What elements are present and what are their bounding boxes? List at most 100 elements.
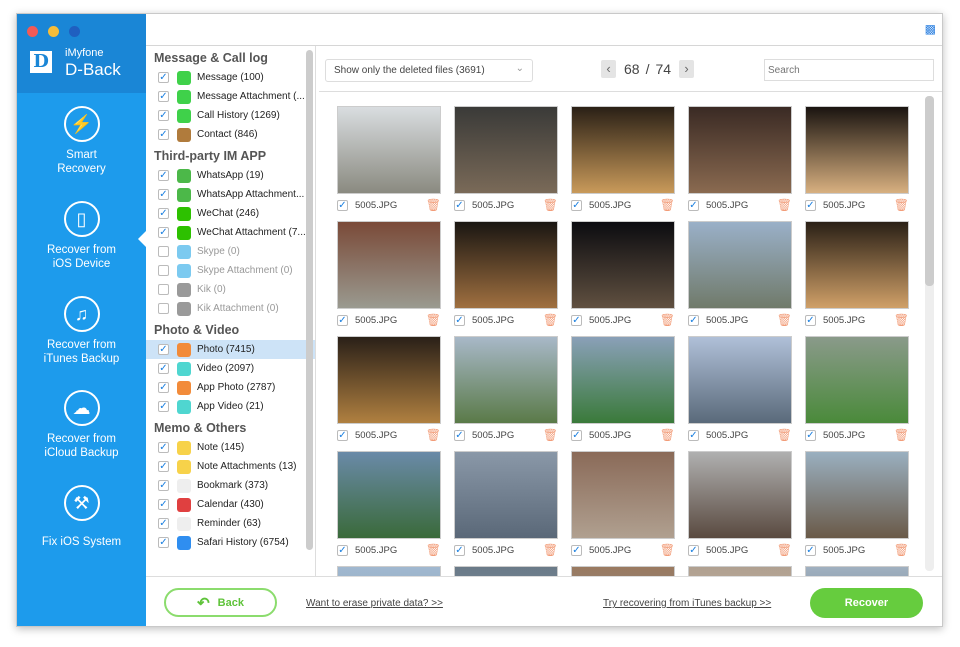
checkbox[interactable]: ✓ bbox=[158, 110, 169, 121]
photo-thumbnail[interactable] bbox=[688, 566, 792, 576]
trash-icon[interactable]: 🗑 bbox=[660, 313, 675, 327]
sidebar-item-itunes-backup[interactable]: ♫ Recover from iTunes Backup bbox=[17, 296, 146, 366]
photo-thumbnail[interactable]: ✓ 5005.JPG 🗑 bbox=[688, 106, 792, 216]
sidebar-item-ios-device[interactable]: ▯ Recover from iOS Device bbox=[17, 201, 146, 271]
photo-image[interactable] bbox=[337, 336, 441, 424]
sidebar-item-recovery[interactable]: ⚡ Smart Recovery bbox=[17, 106, 146, 176]
photo-image[interactable] bbox=[805, 451, 909, 539]
photo-checkbox[interactable]: ✓ bbox=[454, 314, 465, 326]
trash-icon[interactable]: 🗑 bbox=[426, 313, 441, 327]
photo-image[interactable] bbox=[454, 566, 558, 576]
photo-checkbox[interactable]: ✓ bbox=[571, 314, 582, 326]
photo-image[interactable] bbox=[688, 451, 792, 539]
scroll-thumb[interactable] bbox=[925, 96, 934, 286]
photo-image[interactable] bbox=[571, 336, 675, 424]
checkbox[interactable]: ✓ bbox=[158, 480, 169, 491]
photo-checkbox[interactable]: ✓ bbox=[688, 429, 699, 441]
photo-thumbnail[interactable]: ✓ 5005.JPG 🗑 bbox=[454, 451, 558, 561]
category-item[interactable]: Kik Attachment (0) bbox=[146, 299, 315, 318]
checkbox[interactable] bbox=[158, 284, 169, 295]
photo-checkbox[interactable]: ✓ bbox=[571, 429, 582, 441]
checkbox[interactable]: ✓ bbox=[158, 189, 169, 200]
photo-thumbnail[interactable]: ✓ 5005.JPG 🗑 bbox=[805, 221, 909, 331]
photo-thumbnail[interactable] bbox=[337, 566, 441, 576]
photo-checkbox[interactable]: ✓ bbox=[454, 544, 465, 556]
trash-icon[interactable]: 🗑 bbox=[660, 428, 675, 442]
zoom-window-button[interactable] bbox=[69, 26, 80, 37]
photo-image[interactable] bbox=[454, 336, 558, 424]
trash-icon[interactable]: 🗑 bbox=[660, 198, 675, 212]
photo-checkbox[interactable]: ✓ bbox=[337, 314, 348, 326]
category-item[interactable]: ✓ App Video (21) bbox=[146, 397, 315, 416]
category-item[interactable]: ✓ Bookmark (373) bbox=[146, 476, 315, 495]
category-item[interactable]: Skype (0) bbox=[146, 242, 315, 261]
photo-thumbnail[interactable]: ✓ 5005.JPG 🗑 bbox=[805, 106, 909, 216]
photo-thumbnail[interactable]: ✓ 5005.JPG 🗑 bbox=[805, 336, 909, 446]
checkbox[interactable]: ✓ bbox=[158, 227, 169, 238]
photo-image[interactable] bbox=[805, 336, 909, 424]
checkbox[interactable]: ✓ bbox=[158, 129, 169, 140]
recover-button[interactable]: Recover bbox=[810, 588, 923, 618]
trash-icon[interactable]: 🗑 bbox=[894, 313, 909, 327]
category-item[interactable]: Kik (0) bbox=[146, 280, 315, 299]
category-item[interactable]: ✓ WeChat (246) bbox=[146, 204, 315, 223]
photo-image[interactable] bbox=[688, 221, 792, 309]
photo-checkbox[interactable]: ✓ bbox=[805, 199, 816, 211]
checkbox[interactable]: ✓ bbox=[158, 363, 169, 374]
photo-image[interactable] bbox=[337, 566, 441, 576]
photo-thumbnail[interactable]: ✓ 5005.JPG 🗑 bbox=[454, 336, 558, 446]
category-item[interactable]: ✓ App Photo (2787) bbox=[146, 378, 315, 397]
checkbox[interactable] bbox=[158, 246, 169, 257]
photo-image[interactable] bbox=[337, 106, 441, 194]
checkbox[interactable]: ✓ bbox=[158, 537, 169, 548]
category-item[interactable]: Skype Attachment (0) bbox=[146, 261, 315, 280]
checkbox[interactable]: ✓ bbox=[158, 461, 169, 472]
photo-thumbnail[interactable]: ✓ 5005.JPG 🗑 bbox=[337, 221, 441, 331]
photo-checkbox[interactable]: ✓ bbox=[805, 429, 816, 441]
photo-image[interactable] bbox=[805, 221, 909, 309]
photo-image[interactable] bbox=[805, 106, 909, 194]
prev-page-button[interactable]: ‹ bbox=[601, 60, 616, 78]
photo-thumbnail[interactable]: ✓ 5005.JPG 🗑 bbox=[688, 336, 792, 446]
photo-checkbox[interactable]: ✓ bbox=[454, 429, 465, 441]
category-item[interactable]: ✓ WhatsApp Attachment... bbox=[146, 185, 315, 204]
category-item[interactable]: ✓ Contact (846) bbox=[146, 125, 315, 144]
trash-icon[interactable]: 🗑 bbox=[894, 198, 909, 212]
checkbox[interactable]: ✓ bbox=[158, 170, 169, 181]
checkbox[interactable]: ✓ bbox=[158, 518, 169, 529]
category-item[interactable]: ✓ Calendar (430) bbox=[146, 495, 315, 514]
photo-image[interactable] bbox=[571, 221, 675, 309]
photo-thumbnail[interactable] bbox=[571, 566, 675, 576]
checkbox[interactable]: ✓ bbox=[158, 91, 169, 102]
filter-dropdown[interactable]: Show only the deleted files (3691) ⌄ bbox=[325, 59, 533, 82]
category-item[interactable]: ✓ Note Attachments (13) bbox=[146, 457, 315, 476]
photo-checkbox[interactable]: ✓ bbox=[337, 544, 348, 556]
itunes-recovery-link[interactable]: Try recovering from iTunes backup >> bbox=[603, 598, 771, 609]
sidebar-item-icloud-backup[interactable]: ☁ Recover from iCloud Backup bbox=[17, 390, 146, 460]
photo-image[interactable] bbox=[454, 106, 558, 194]
erase-data-link[interactable]: Want to erase private data? >> bbox=[306, 598, 443, 609]
checkbox[interactable]: ✓ bbox=[158, 382, 169, 393]
photo-checkbox[interactable]: ✓ bbox=[571, 199, 582, 211]
minimize-window-button[interactable] bbox=[48, 26, 59, 37]
photo-checkbox[interactable]: ✓ bbox=[688, 314, 699, 326]
category-item[interactable]: ✓ Safari History (6754) bbox=[146, 533, 315, 552]
photo-thumbnail[interactable]: ✓ 5005.JPG 🗑 bbox=[571, 336, 675, 446]
photo-image[interactable] bbox=[688, 566, 792, 576]
category-item[interactable]: ✓ WhatsApp (19) bbox=[146, 166, 315, 185]
category-item[interactable]: ✓ Call History (1269) bbox=[146, 106, 315, 125]
photo-thumbnail[interactable]: ✓ 5005.JPG 🗑 bbox=[454, 221, 558, 331]
photo-checkbox[interactable]: ✓ bbox=[688, 544, 699, 556]
category-item[interactable]: ✓ Message (100) bbox=[146, 68, 315, 87]
photo-thumbnail[interactable]: ✓ 5005.JPG 🗑 bbox=[337, 106, 441, 216]
checkbox[interactable]: ✓ bbox=[158, 344, 169, 355]
photo-image[interactable] bbox=[571, 566, 675, 576]
category-item[interactable]: ✓ Reminder (63) bbox=[146, 514, 315, 533]
photo-thumbnail[interactable]: ✓ 5005.JPG 🗑 bbox=[688, 221, 792, 331]
category-scrollbar[interactable] bbox=[306, 50, 313, 550]
category-item[interactable]: ✓ Video (2097) bbox=[146, 359, 315, 378]
trash-icon[interactable]: 🗑 bbox=[426, 198, 441, 212]
photo-checkbox[interactable]: ✓ bbox=[454, 199, 465, 211]
checkbox[interactable]: ✓ bbox=[158, 499, 169, 510]
trash-icon[interactable]: 🗑 bbox=[543, 198, 558, 212]
